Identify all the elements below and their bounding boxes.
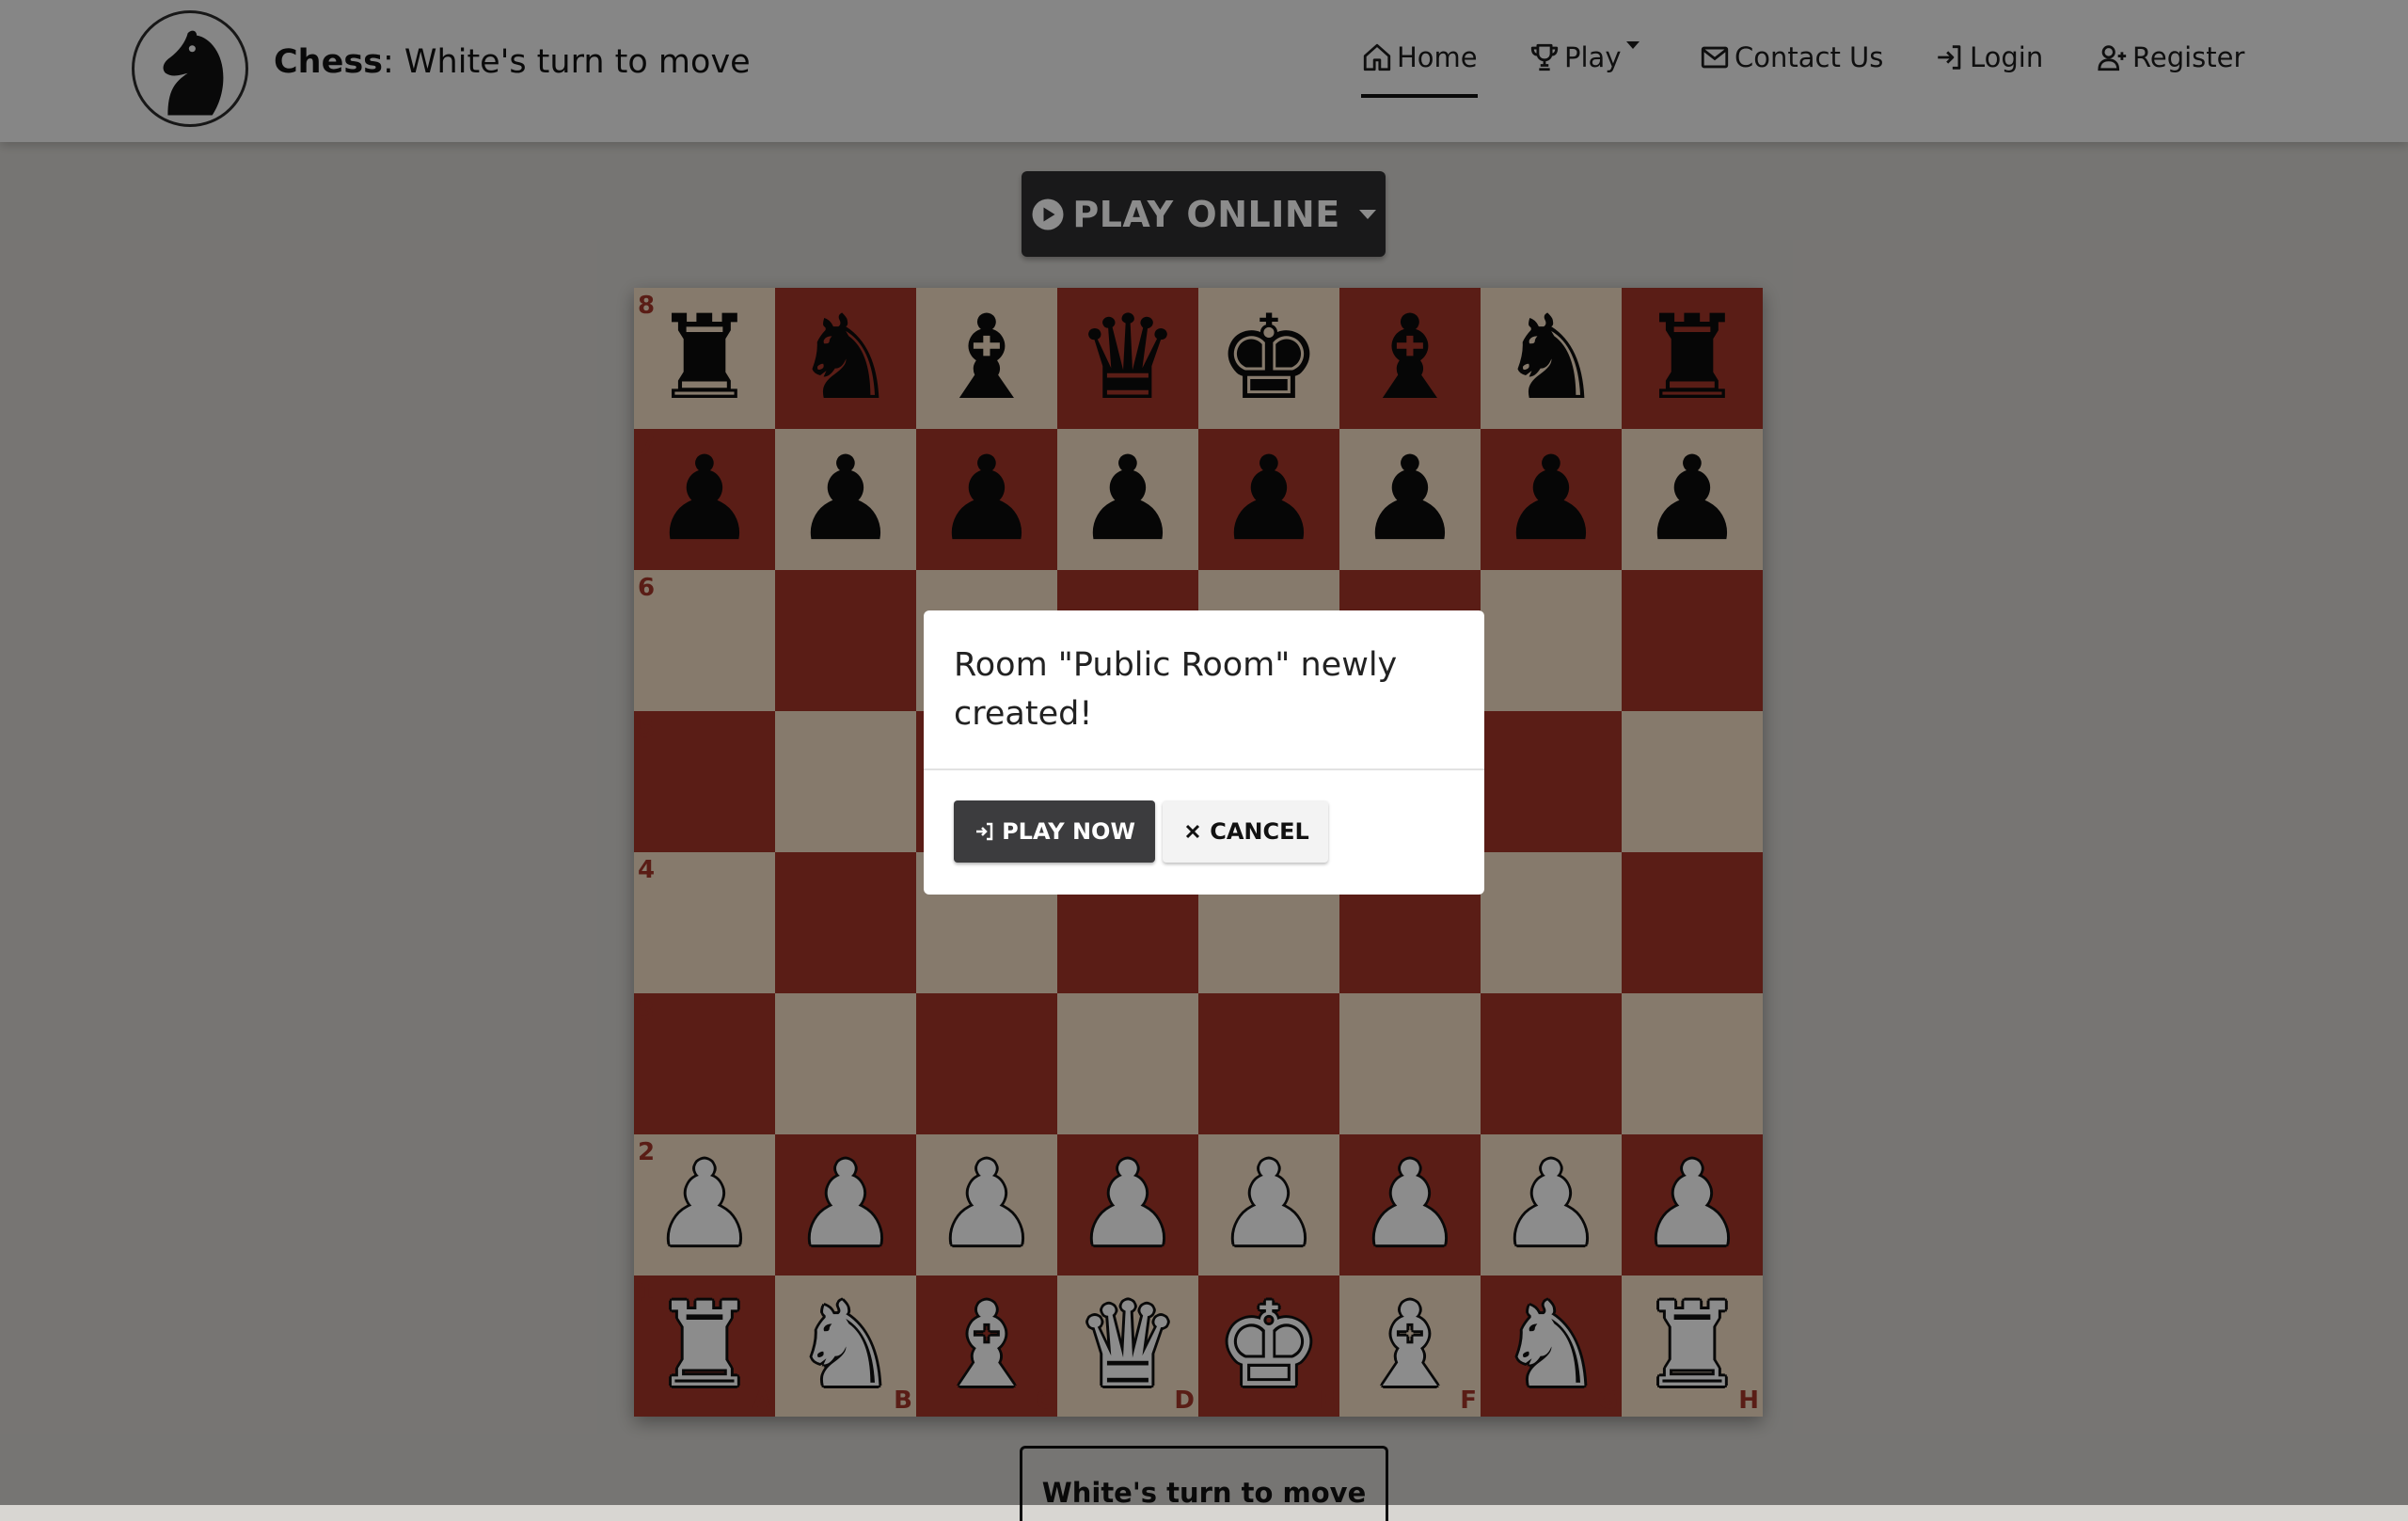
- modal-title: Room "Public Room" newly created!: [954, 646, 1398, 733]
- cancel-label: CANCEL: [1210, 818, 1309, 845]
- play-now-label: PLAY NOW: [1002, 818, 1135, 845]
- cancel-button[interactable]: CANCEL: [1163, 800, 1328, 863]
- modal-divider: [924, 768, 1484, 770]
- close-icon: [1181, 820, 1204, 843]
- play-now-button[interactable]: PLAY NOW: [954, 800, 1155, 863]
- sign-in-icon: [974, 820, 996, 843]
- room-created-modal: Room "Public Room" newly created! PLAY N…: [924, 610, 1484, 895]
